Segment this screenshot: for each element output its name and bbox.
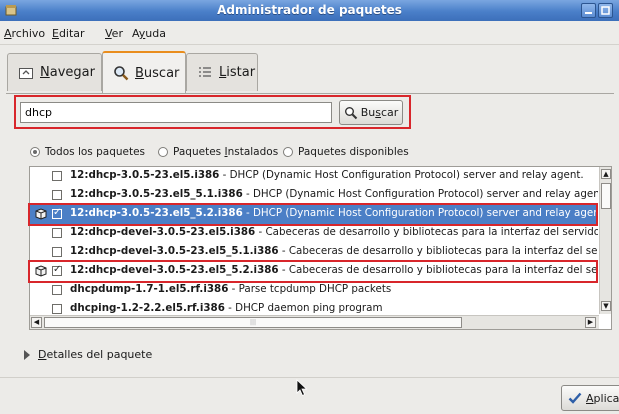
radio-indicator: [30, 147, 40, 157]
horizontal-scrollbar[interactable]: ◀ ||| ▶: [30, 315, 599, 329]
package-description: - Cabeceras de desarrollo y bibliotecas …: [278, 245, 598, 257]
scroll-up-icon[interactable]: ▲: [601, 169, 611, 179]
filter-all-packages[interactable]: Todos los paquetes: [30, 146, 145, 158]
package-checkbox[interactable]: [52, 285, 62, 295]
package-checkbox[interactable]: [52, 171, 62, 181]
minimize-icon: [585, 12, 592, 14]
list-icon: [199, 66, 211, 77]
package-list[interactable]: 12:dhcp-3.0.5-23.el5.i386 - DHCP (Dynami…: [29, 166, 612, 330]
package-name: 12:dhcp-devel-3.0.5-23.el5_5.1.i386: [70, 245, 279, 257]
scroll-down-icon[interactable]: ▼: [601, 301, 611, 311]
package-checkbox[interactable]: [52, 190, 62, 200]
menu-bar: Archivo Editar Ver Ayuda: [0, 21, 619, 45]
scroll-left-icon[interactable]: ◀: [31, 317, 42, 328]
vertical-scrollbar[interactable]: ▲ ▼: [599, 167, 611, 314]
package-name: dhcpdump-1.7-1.el5.rf.i386: [70, 283, 229, 295]
apply-button[interactable]: Aplicar: [561, 385, 619, 411]
window-title: Administrador de paquetes: [217, 3, 402, 17]
maximize-button[interactable]: [598, 3, 613, 18]
package-description: - DHCP (Dynamic Host Configuration Proto…: [219, 169, 584, 181]
radio-indicator: [158, 147, 168, 157]
package-row[interactable]: 12:dhcp-devel-3.0.5-23.el5.i386 - Cabece…: [30, 224, 598, 243]
browse-icon: [19, 67, 33, 79]
tab-divider: [6, 93, 614, 94]
radio-indicator: [283, 147, 293, 157]
package-description: - Cabeceras de desarrollo y bibliotecas …: [255, 226, 598, 238]
package-name: 12:dhcp-devel-3.0.5-23.el5.i386: [70, 226, 256, 238]
package-name: 12:dhcp-3.0.5-23.el5_5.1.i386: [70, 188, 243, 200]
tab-buscar[interactable]: Buscar: [102, 51, 186, 93]
tab-navegar[interactable]: Navegar: [7, 53, 102, 91]
checkmark-icon: [568, 392, 582, 404]
package-description: - DHCP daemon ping program: [224, 302, 383, 314]
tab-listar[interactable]: Listar: [186, 53, 258, 91]
search-button[interactable]: Buscar: [339, 100, 403, 125]
vertical-scroll-thumb[interactable]: [601, 183, 611, 209]
filter-installed-packages[interactable]: Paquetes Instalados: [158, 146, 278, 158]
package-name: dhcping-1.2-2.2.el5.rf.i386: [70, 302, 225, 314]
package-row[interactable]: 12:dhcp-3.0.5-23.el5.i386 - DHCP (Dynami…: [30, 167, 598, 186]
menu-archivo[interactable]: Archivo: [4, 27, 45, 40]
package-checkbox[interactable]: [52, 304, 62, 314]
search-input[interactable]: [20, 102, 332, 123]
menu-editar[interactable]: Editar: [52, 27, 85, 40]
row-highlight-box: [28, 260, 598, 283]
horizontal-scroll-thumb[interactable]: |||: [44, 317, 462, 328]
maximize-icon: [601, 6, 610, 15]
magnifier-icon: [114, 66, 129, 81]
expander-arrow-icon: [24, 349, 30, 360]
mouse-cursor-icon: [296, 379, 308, 397]
package-checkbox[interactable]: [52, 247, 62, 257]
minimize-button[interactable]: [581, 3, 596, 18]
title-bar: Administrador de paquetes: [0, 0, 619, 21]
row-highlight-box: [28, 203, 598, 226]
package-row[interactable]: dhcpdump-1.7-1.el5.rf.i386 - Parse tcpdu…: [30, 281, 598, 300]
search-icon: [344, 106, 357, 119]
package-description: - DHCP (Dynamic Host Configuration Proto…: [242, 188, 598, 200]
scroll-right-icon[interactable]: ▶: [585, 317, 596, 328]
package-description: - Parse tcpdump DHCP packets: [228, 283, 392, 295]
menu-ayuda[interactable]: Ayuda: [132, 27, 166, 40]
bottom-divider: [0, 377, 619, 378]
package-checkbox[interactable]: [52, 228, 62, 238]
filter-available-packages[interactable]: Paquetes disponibles: [283, 146, 409, 158]
tab-strip: Navegar Buscar Listar: [0, 45, 619, 95]
package-name: 12:dhcp-3.0.5-23.el5.i386: [70, 169, 220, 181]
package-details-expander[interactable]: Detalles del paquete: [24, 348, 152, 361]
menu-ver[interactable]: Ver: [105, 27, 123, 40]
